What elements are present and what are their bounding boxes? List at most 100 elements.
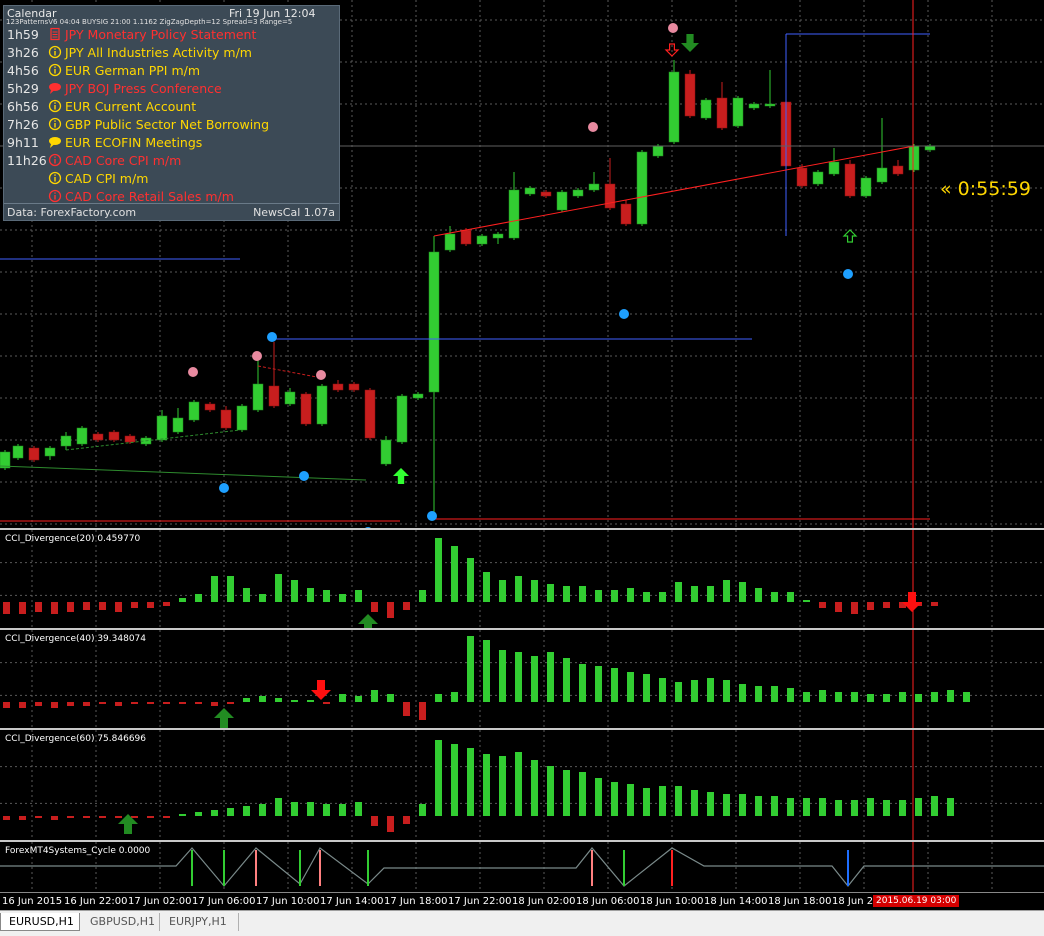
histogram-bar bbox=[19, 602, 26, 614]
bear-candle bbox=[620, 203, 632, 225]
histogram-bar bbox=[867, 798, 874, 816]
histogram-bar bbox=[627, 588, 634, 602]
cycle-pane[interactable]: ForexMT4Systems_Cycle 0.0000 bbox=[0, 842, 1044, 892]
histogram-bar bbox=[275, 798, 282, 816]
histogram-bar bbox=[611, 590, 618, 602]
event-text: EUR German PPI m/m bbox=[65, 63, 201, 78]
bull-candle bbox=[444, 233, 456, 251]
news-calendar-panel[interactable]: Calendar Fri 19 Jun 12:04 123PatternsV6 … bbox=[3, 5, 340, 221]
histogram-bar bbox=[883, 602, 890, 608]
histogram-bar bbox=[99, 702, 106, 704]
histogram-bar bbox=[947, 690, 954, 702]
signal-dot bbox=[188, 367, 198, 377]
bull-candle bbox=[924, 145, 936, 151]
sell-arrow-icon bbox=[311, 680, 331, 700]
histogram-bar bbox=[595, 666, 602, 702]
event-text: CAD Core CPI m/m bbox=[65, 153, 182, 168]
histogram-bar bbox=[3, 602, 10, 614]
histogram-bar bbox=[755, 796, 762, 816]
time-axis: 16 Jun 2015 16 Jun 22:00 17 Jun 02:00 17… bbox=[0, 892, 1044, 911]
tab-eurjpy[interactable]: EURJPY,H1 bbox=[161, 913, 239, 931]
calendar-source: Data: ForexFactory.com bbox=[7, 206, 137, 219]
cci40-canvas bbox=[0, 630, 1044, 728]
histogram-bar bbox=[403, 816, 410, 824]
histogram-bar bbox=[803, 798, 810, 816]
histogram-bar bbox=[291, 580, 298, 602]
bull-candle bbox=[764, 103, 776, 107]
histogram-bar bbox=[83, 816, 90, 818]
histogram-bar bbox=[451, 744, 458, 816]
cycle-canvas bbox=[0, 842, 1044, 892]
histogram-bar bbox=[947, 798, 954, 816]
histogram-bar bbox=[499, 756, 506, 816]
histogram-bar bbox=[595, 778, 602, 816]
histogram-bar bbox=[563, 586, 570, 602]
cci60-pane[interactable]: CCI_Divergence(60) 75.846696 bbox=[0, 730, 1044, 840]
event-text: CAD CPI m/m bbox=[65, 171, 149, 186]
histogram-bar bbox=[115, 816, 122, 818]
event-time: 1h59 bbox=[7, 27, 39, 42]
histogram-bar bbox=[211, 810, 218, 816]
bear-candle bbox=[684, 73, 696, 117]
bear-candle bbox=[28, 447, 40, 461]
histogram-bar bbox=[771, 686, 778, 702]
time-tick: 18 Jun 18:00 bbox=[768, 896, 832, 907]
time-tick: 18 Jun 10:00 bbox=[640, 896, 704, 907]
histogram-bar bbox=[51, 816, 58, 820]
bear-candle bbox=[716, 97, 728, 129]
time-tick: 16 Jun 2015 bbox=[2, 896, 63, 907]
histogram-bar bbox=[355, 696, 362, 702]
sell-arrow-icon bbox=[681, 34, 699, 52]
histogram-bar bbox=[83, 702, 90, 706]
histogram-bar bbox=[739, 684, 746, 702]
histogram-bar bbox=[259, 594, 266, 602]
histogram-bar bbox=[819, 798, 826, 816]
histogram-bar bbox=[515, 652, 522, 702]
histogram-bar bbox=[835, 602, 842, 612]
histogram-bar bbox=[931, 602, 938, 606]
histogram-bar bbox=[915, 798, 922, 816]
histogram-bar bbox=[691, 586, 698, 602]
bear-candle bbox=[364, 389, 376, 439]
histogram-bar bbox=[563, 770, 570, 816]
time-tick: 18 Jun 02:00 bbox=[512, 896, 576, 907]
histogram-bar bbox=[515, 752, 522, 816]
histogram-bar bbox=[227, 702, 234, 704]
histogram-bar bbox=[643, 592, 650, 602]
histogram-bar bbox=[547, 652, 554, 702]
time-tick: 18 Jun 06:00 bbox=[576, 896, 640, 907]
event-text: CAD Core Retail Sales m/m bbox=[65, 189, 234, 204]
histogram-bar bbox=[739, 794, 746, 816]
bull-candle bbox=[428, 251, 440, 393]
cci20-canvas bbox=[0, 530, 1044, 628]
event-time: 5h29 bbox=[7, 81, 39, 96]
histogram-bar bbox=[83, 602, 90, 610]
histogram-bar bbox=[179, 598, 186, 602]
histogram-bar bbox=[339, 694, 346, 702]
current-time-marker: 2015.06.19 03:00 bbox=[873, 895, 960, 907]
histogram-bar bbox=[707, 586, 714, 602]
tab-gbpusd[interactable]: GBPUSD,H1 bbox=[82, 913, 160, 931]
histogram-bar bbox=[323, 804, 330, 816]
histogram-bar bbox=[691, 680, 698, 702]
histogram-bar bbox=[227, 808, 234, 816]
cci20-pane[interactable]: CCI_Divergence(20) 0.459770 bbox=[0, 530, 1044, 628]
histogram-bar bbox=[867, 694, 874, 702]
cci40-pane[interactable]: CCI_Divergence(40) 39.348074 bbox=[0, 630, 1044, 728]
histogram-bar bbox=[67, 702, 74, 706]
histogram-bar bbox=[371, 690, 378, 702]
info-icon bbox=[48, 99, 62, 113]
time-tick: 17 Jun 22:00 bbox=[448, 896, 512, 907]
tab-eurusd[interactable]: EURUSD,H1 bbox=[0, 913, 80, 931]
histogram-bar bbox=[627, 672, 634, 702]
bear-candle bbox=[220, 409, 232, 429]
histogram-bar bbox=[707, 678, 714, 702]
bull-candle bbox=[236, 405, 248, 431]
histogram-bar bbox=[435, 538, 442, 602]
histogram-bar bbox=[531, 580, 538, 602]
histogram-bar bbox=[115, 702, 122, 706]
info-icon bbox=[48, 63, 62, 77]
signal-dot bbox=[219, 483, 229, 493]
bull-candle bbox=[188, 401, 200, 421]
histogram-bar bbox=[35, 602, 42, 612]
